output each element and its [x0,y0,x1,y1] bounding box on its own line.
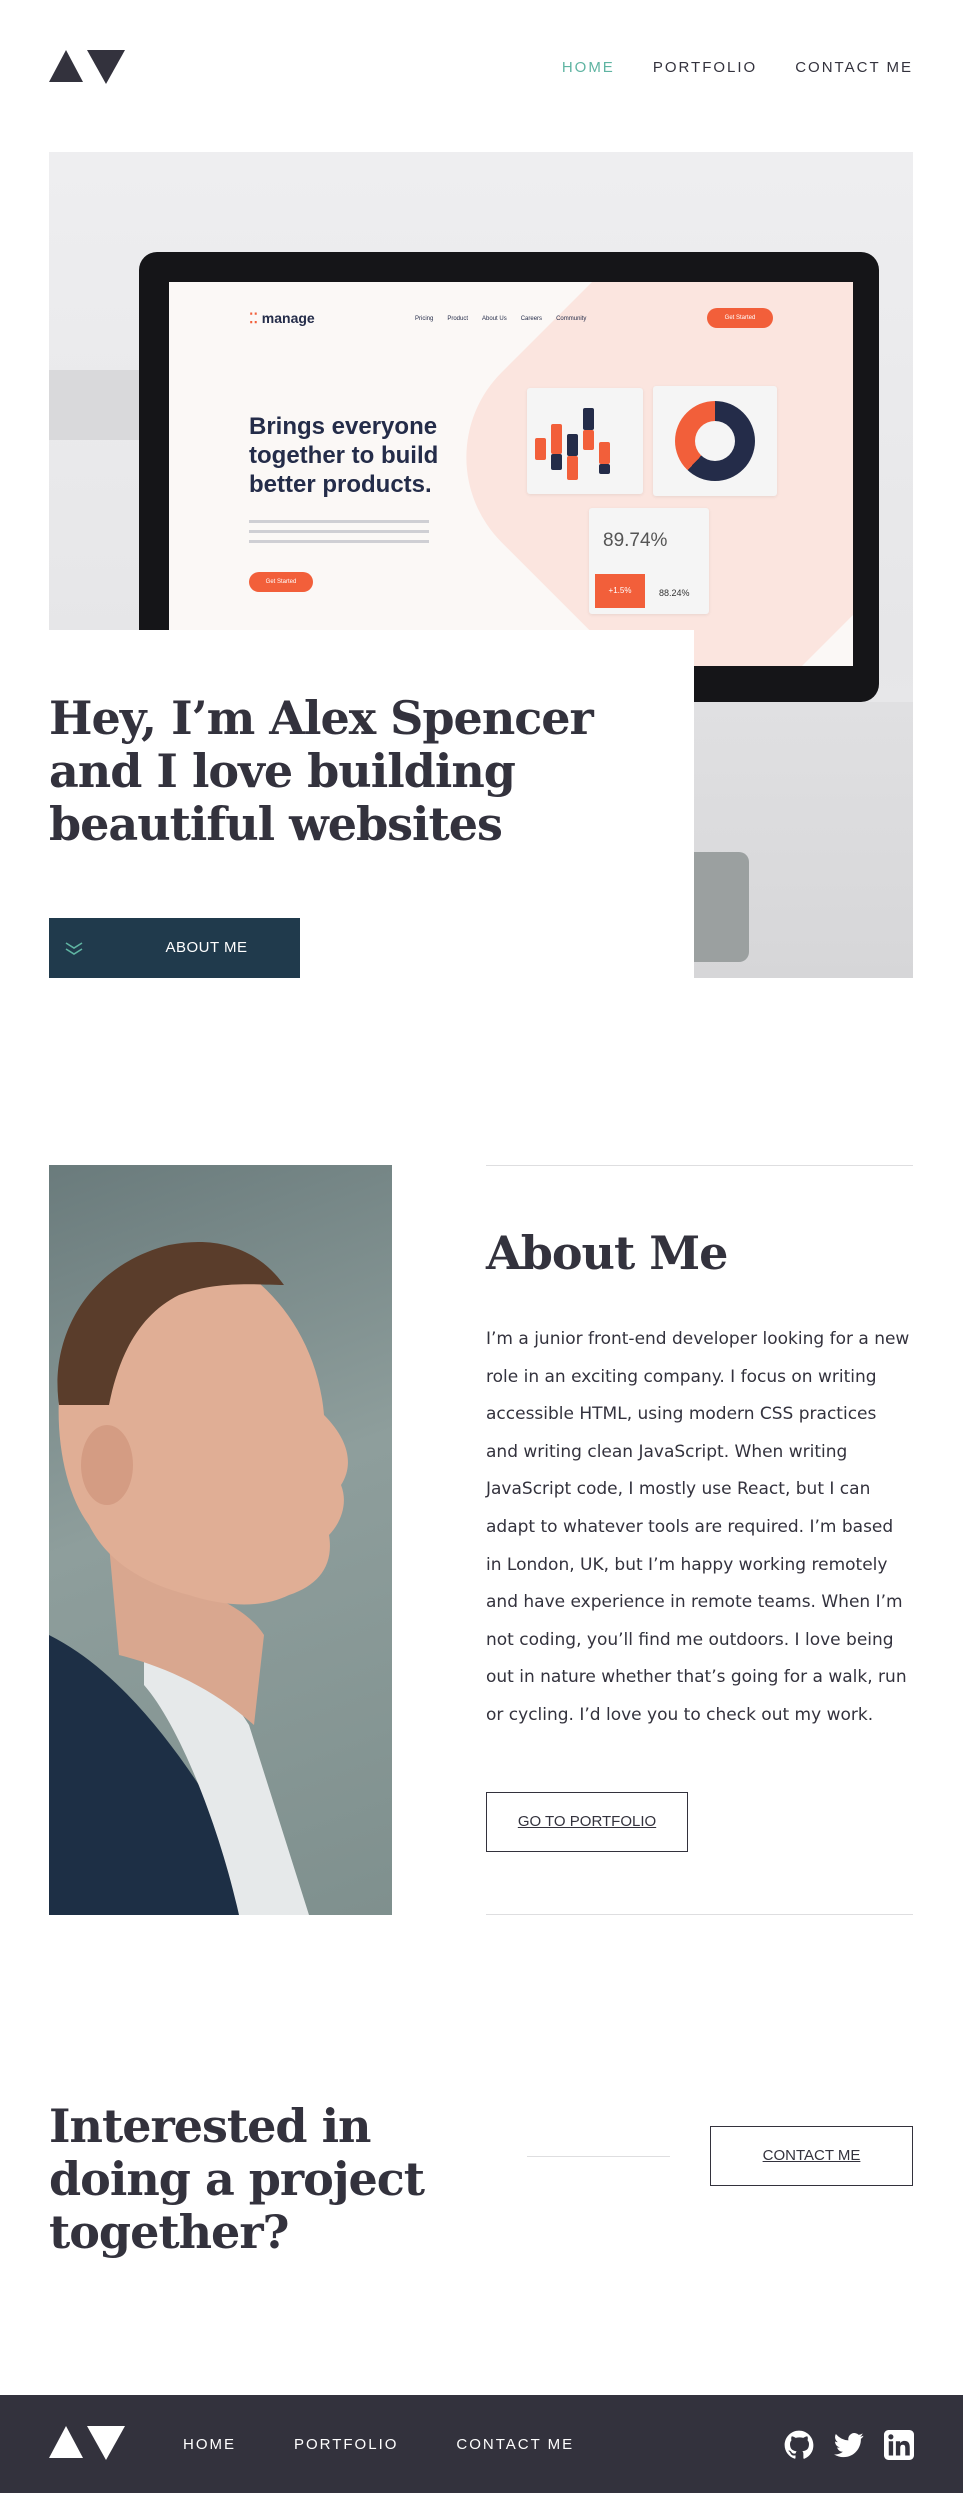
screen-logo: ⁚⁚ manage [249,310,315,326]
screen-nav-item: About Us [482,316,507,322]
screen-nav-item: Pricing [415,316,434,322]
hero-title: Hey, I’m Alex Spencer and I love buildin… [49,691,594,851]
about-body: I’m a junior front-end developer looking… [486,1329,910,1725]
double-chevron-down-icon [65,942,83,955]
screen-stat-main: 89.74% [603,530,668,551]
main-nav: HOME PORTFOLIO CONTACT ME [562,59,913,76]
triangle-logo-icon[interactable] [49,2424,125,2464]
screen-donut-card [653,386,777,496]
screen-nav-item: Community [556,316,587,322]
footer-contact-link[interactable]: CONTACT ME [456,2436,574,2453]
about-me-button-label: ABOUT ME [165,939,248,956]
screen-stat-card: 89.74% +1.5% 88.24% [589,508,709,614]
footer-portfolio-link[interactable]: PORTFOLIO [294,2436,398,2453]
screen-button: Get Started [249,572,313,592]
nav-home-link[interactable]: HOME [562,59,615,76]
go-to-portfolio-button[interactable]: GO TO PORTFOLIO [486,1792,688,1852]
portrait-photo [49,1165,392,1915]
background-shelf [49,370,139,440]
screen-bar-card [527,388,643,494]
contact-me-button[interactable]: CONTACT ME [710,2126,913,2186]
github-icon[interactable] [784,2430,814,2460]
nav-contact-link[interactable]: CONTACT ME [795,59,913,76]
portrait-illustration [49,1241,348,1915]
site-header: HOME PORTFOLIO CONTACT ME [49,48,913,92]
screen-headline: Brings everyone together to build better… [249,413,439,498]
screen-cta-button: Get Started [707,308,773,328]
twitter-icon[interactable] [834,2430,864,2460]
nav-portfolio-link[interactable]: PORTFOLIO [653,59,757,76]
hero-panel: Hey, I’m Alex Spencer and I love buildin… [49,630,694,978]
linkedin-icon[interactable] [884,2430,914,2460]
cta-title: Interested in doing a project together? [49,2099,425,2259]
screen-nav-item: Careers [520,316,543,322]
monitor-screen: ⁚⁚ manage Pricing Product About Us Caree… [169,282,853,666]
social-links [784,2430,914,2460]
screen-nav-item: Product [447,316,469,322]
triangle-logo-icon[interactable] [49,48,125,88]
about-me-button[interactable]: ABOUT ME [49,918,300,978]
cta-divider [527,2156,670,2157]
footer-nav: HOME PORTFOLIO CONTACT ME [183,2436,574,2453]
site-footer: HOME PORTFOLIO CONTACT ME [0,2395,963,2493]
footer-home-link[interactable]: HOME [183,2436,236,2453]
about-divider-top [486,1165,913,1166]
about-title: About Me [486,1226,728,1280]
about-divider-bottom [486,1914,913,1915]
screen-nav: Pricing Product About Us Careers Communi… [415,316,586,322]
screen-stat-secondary: 88.24% [659,588,690,598]
screen-body-text [249,520,429,550]
screen-stat-badge: +1.5% [595,574,645,608]
screen-donut [675,401,755,481]
